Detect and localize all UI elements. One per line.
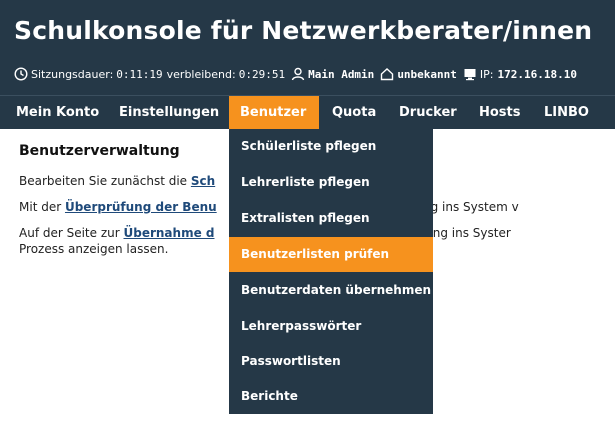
session-duration-value: 0:11:19 <box>116 67 163 81</box>
session-duration-label: Sitzungsdauer: <box>31 67 114 81</box>
uebernahme-link[interactable]: Übernahme d <box>124 226 215 240</box>
nav-quota[interactable]: Quota <box>322 96 386 129</box>
menu-item-lehrerpasswoerter[interactable]: Lehrerpasswörter <box>229 309 433 344</box>
nav-drucker[interactable]: Drucker <box>389 96 467 129</box>
nav-einstellungen[interactable]: Einstellungen <box>109 96 229 129</box>
user-name: Main Admin <box>308 67 375 81</box>
clock-icon <box>14 67 28 81</box>
menu-item-lehrerliste[interactable]: Lehrerliste pflegen <box>229 165 433 200</box>
nav-linbo[interactable]: LINBO <box>534 96 599 129</box>
paragraph-text: Prozess anzeigen lassen. <box>19 242 169 256</box>
menu-item-schuelerliste[interactable]: Schülerliste pflegen <box>229 129 433 164</box>
room-name: unbekannt <box>397 67 457 81</box>
nav-mein-konto[interactable]: Mein Konto <box>6 96 109 129</box>
app-header: Schulkonsole für Netzwerkberater/innen S… <box>0 0 615 95</box>
paragraph-text: Bearbeiten Sie zunächst die <box>19 174 191 188</box>
nav-hosts[interactable]: Hosts <box>469 96 531 129</box>
nav-benutzer[interactable]: Benutzer <box>229 96 319 129</box>
computer-icon <box>463 67 477 81</box>
menu-item-benutzerlisten-pruefen[interactable]: Benutzerlisten prüfen <box>229 237 433 272</box>
menu-item-berichte[interactable]: Berichte <box>229 379 433 414</box>
menu-item-extralisten[interactable]: Extralisten pflegen <box>229 201 433 236</box>
ip-label: IP: <box>479 67 494 81</box>
remaining-value: 0:29:51 <box>238 67 286 81</box>
user-icon <box>291 67 305 81</box>
page-title: Schulkonsole für Netzwerkberater/innen <box>14 16 593 45</box>
menu-item-passwortlisten[interactable]: Passwortlisten <box>229 344 433 379</box>
paragraph-text: Mit der <box>19 200 65 214</box>
remaining-label: verbleibend: <box>166 67 236 81</box>
paragraph-text: Auf der Seite zur <box>19 226 124 240</box>
menu-item-benutzerdaten-uebernehmen[interactable]: Benutzerdaten übernehmen <box>229 273 433 308</box>
home-icon <box>380 67 394 81</box>
session-status-bar: Sitzungsdauer: 0:11:19 verbleibend: 0:29… <box>14 67 577 81</box>
schuelerliste-link[interactable]: Sch <box>191 174 215 188</box>
pruefung-link[interactable]: Überprüfung der Benu <box>65 200 217 214</box>
ip-value: 172.16.18.10 <box>497 67 577 81</box>
benutzer-dropdown-menu: Schülerliste pflegen Lehrerliste pflegen… <box>229 129 433 414</box>
main-nav: Mein Konto Einstellungen Benutzer Quota … <box>0 95 615 129</box>
